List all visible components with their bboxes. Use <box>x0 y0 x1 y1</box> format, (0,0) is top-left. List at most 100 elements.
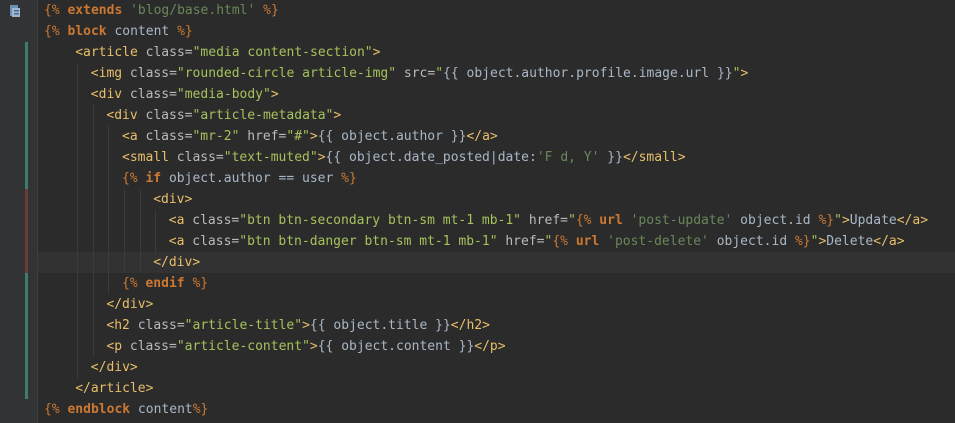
code-token: "btn btn-secondary btn-sm mt-1 mb-1" <box>239 213 522 228</box>
django-template-icon <box>10 5 20 17</box>
indent-guide <box>77 273 79 294</box>
indent-guide <box>77 63 79 84</box>
indent-guide <box>92 168 94 189</box>
code-token: href= <box>497 234 545 249</box>
code-token: Delete <box>826 234 874 249</box>
code-token: "article-metadata" <box>192 108 334 123</box>
code-token: class= <box>168 150 224 165</box>
code-line[interactable]: <article class="media content-section"> <box>38 42 955 63</box>
code-token: > <box>270 87 279 102</box>
code-token: class= <box>137 108 193 123</box>
code-token: </a> <box>873 234 905 249</box>
code-token: </div> <box>106 297 154 312</box>
code-line[interactable]: <a class="mr-2" href="#">{{ object.autho… <box>38 126 955 147</box>
indent-guide <box>124 252 125 273</box>
code-line[interactable]: <img class="rounded-circle article-img" … <box>38 63 955 84</box>
code-token: content <box>106 24 178 39</box>
code-line[interactable]: {% if object.author == user %} <box>38 168 955 189</box>
code-text: <div class="article-metadata"> <box>106 105 341 126</box>
code-token: <article <box>75 45 138 60</box>
code-text: <a class="btn btn-secondary btn-sm mt-1 … <box>169 210 928 231</box>
code-token: </a> <box>896 213 929 228</box>
code-token: {{ object.content }} <box>317 339 475 354</box>
code-line[interactable]: <div> <box>38 189 955 210</box>
code-token: {{ object.title }} <box>309 318 451 333</box>
code-line[interactable]: </div> <box>38 252 955 273</box>
code-token: "media-body" <box>176 87 271 102</box>
code-token: {% <box>44 402 68 417</box>
code-line[interactable]: <p class="article-content">{{ object.con… <box>38 336 955 357</box>
indent-guide <box>77 84 79 105</box>
code-line[interactable]: <div class="article-metadata"> <box>38 105 955 126</box>
code-token: {% <box>552 234 576 249</box>
code-token: src= <box>396 66 436 81</box>
code-token: class= <box>129 318 185 333</box>
code-token: class= <box>122 339 177 354</box>
indent-guide <box>77 252 79 273</box>
indent-guide <box>77 168 79 189</box>
code-text: {% block content %} <box>44 21 193 42</box>
code-token: </small> <box>622 150 686 165</box>
code-token: endif <box>145 276 185 291</box>
indent-guide <box>108 210 110 231</box>
code-line[interactable]: {% endblock content%} <box>38 399 955 420</box>
indent-guide <box>77 105 79 126</box>
code-token: object.id <box>732 213 819 228</box>
indent-guide <box>92 105 94 126</box>
code-token: "rounded-circle article-img" <box>176 66 397 81</box>
code-token: </p> <box>474 339 506 354</box>
code-token: <small <box>122 150 169 165</box>
indent-guide <box>77 231 79 252</box>
code-text: <div class="media-body"> <box>91 84 279 105</box>
code-token: extends <box>67 3 123 18</box>
code-text: <div> <box>153 189 192 210</box>
editor-gutter[interactable] <box>0 0 61 423</box>
code-line[interactable]: {% block content %} <box>38 21 955 42</box>
code-token: > <box>333 108 342 123</box>
indent-guide <box>108 231 110 252</box>
code-token: "article-content" <box>176 339 310 354</box>
indent-guide <box>77 126 79 147</box>
code-token: class= <box>184 213 240 228</box>
indent-guide <box>77 189 79 210</box>
code-text: <article class="media content-section"> <box>75 42 380 63</box>
code-text: {% endblock content%} <box>44 399 208 420</box>
code-token: %} <box>794 234 811 249</box>
code-token: %} <box>341 171 357 186</box>
code-line[interactable]: <a class="btn btn-danger btn-sm mt-1 mb-… <box>38 231 955 252</box>
code-line[interactable]: </article> <box>38 378 955 399</box>
code-token: class= <box>137 45 193 60</box>
code-text: <p class="article-content">{{ object.con… <box>106 336 505 357</box>
indent-guide <box>77 336 79 357</box>
code-text: <h2 class="article-title">{{ object.titl… <box>106 315 490 336</box>
code-token: </h2> <box>450 318 490 333</box>
code-token: class= <box>122 87 177 102</box>
code-editor[interactable]: {% extends 'blog/base.html' %} {% block c… <box>38 0 955 423</box>
code-line[interactable]: {% endif %} <box>38 273 955 294</box>
code-token: 'F d, Y' <box>536 150 600 165</box>
code-line[interactable]: <small class="text-muted">{{ object.date… <box>38 147 955 168</box>
code-token: 'post-update' <box>630 213 733 228</box>
indent-guide <box>139 189 141 210</box>
code-token: > <box>302 318 310 333</box>
code-token: <a <box>122 129 138 144</box>
code-token: %} <box>818 213 835 228</box>
indent-guide <box>108 147 110 168</box>
code-line[interactable]: <a class="btn btn-secondary btn-sm mt-1 … <box>38 210 955 231</box>
code-token: "btn btn-danger btn-sm mt-1 mb-1" <box>239 234 498 249</box>
code-line[interactable]: </div> <box>38 357 955 378</box>
code-line[interactable]: {% extends 'blog/base.html' %} <box>38 0 955 21</box>
change-marker[interactable] <box>25 189 28 273</box>
code-token: href= <box>521 213 568 228</box>
code-token: <a <box>168 213 185 228</box>
code-line[interactable]: <div class="media-body"> <box>38 84 955 105</box>
code-line[interactable]: </div> <box>38 294 955 315</box>
code-token: > <box>317 150 326 165</box>
indent-guide <box>155 231 157 252</box>
code-token: {% <box>44 24 68 39</box>
code-line[interactable]: <h2 class="article-title">{{ object.titl… <box>38 315 955 336</box>
indent-guide <box>92 126 94 147</box>
code-token: {% <box>122 171 146 186</box>
indent-guide <box>77 357 79 378</box>
